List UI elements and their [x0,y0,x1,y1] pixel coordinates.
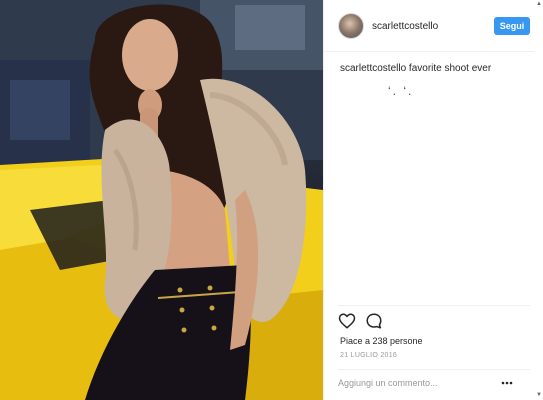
follow-button[interactable]: Segui [494,17,530,35]
scrollbar[interactable]: ▲ ▼ [534,0,543,400]
more-options-icon[interactable] [501,377,513,389]
post-date: 21 LUGLIO 2016 [340,352,398,359]
caption-emoji: ‘. ‘. [388,84,414,98]
comment-bubble-icon[interactable] [365,312,383,330]
username[interactable]: scarlettcostello [372,21,438,32]
heart-icon[interactable] [338,312,356,330]
post-photo-illustration [0,0,323,400]
scroll-down-arrow-icon[interactable]: ▼ [535,391,543,399]
likes-count[interactable]: Piace a 238 persone [340,336,423,346]
avatar[interactable] [338,13,364,39]
divider [338,305,530,306]
post-header: scarlettcostello Segui [324,0,543,52]
divider [338,369,530,370]
scroll-up-arrow-icon[interactable]: ▲ [535,0,543,8]
post-photo[interactable] [0,0,323,400]
post-details-panel: scarlettcostello Segui scarlettcostello … [323,0,543,400]
comment-input[interactable] [338,374,498,392]
caption: scarlettcostello favorite shoot ever [340,63,492,74]
